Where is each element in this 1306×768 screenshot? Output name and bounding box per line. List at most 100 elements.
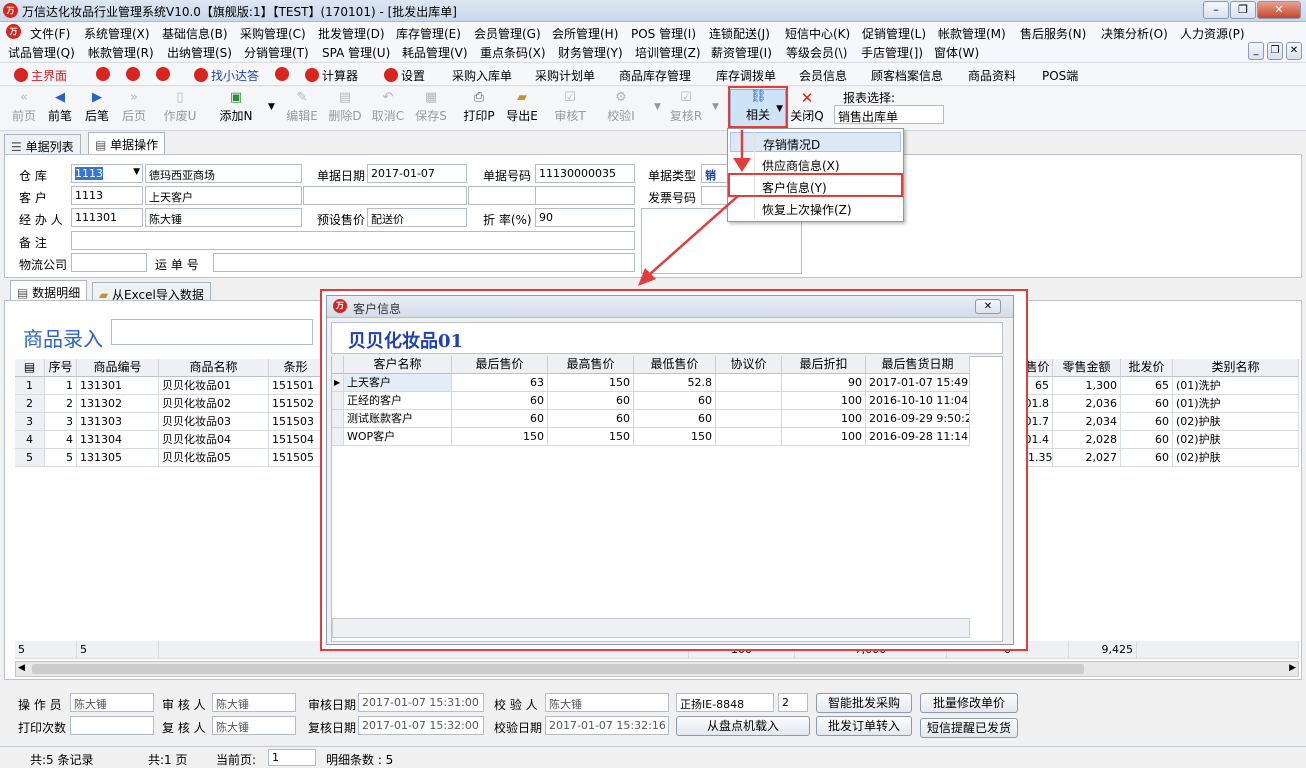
dialog-cell-name[interactable]: WOP客户 [344, 428, 452, 446]
menu-stock[interactable]: 库存管理(E) [396, 25, 461, 42]
grid-cell-wholesale[interactable]: 60 [1121, 413, 1173, 431]
menu-member[interactable]: 会员管理(G) [474, 25, 541, 42]
quick-product-data[interactable]: 商品资料 [968, 67, 1016, 84]
restore-button[interactable]: ❐ [1230, 1, 1256, 19]
quick-purchase-in[interactable]: 采购入库单 [452, 67, 512, 84]
menu-finance[interactable]: 财务管理(Y) [558, 44, 623, 61]
menu-trial[interactable]: 试品管理(Q) [8, 44, 75, 61]
menu-barcode[interactable]: 重点条码(X) [480, 44, 546, 61]
grid-cell-name[interactable]: 贝贝化妆品05 [159, 449, 269, 467]
print-button[interactable]: ⎙ 打印P [459, 91, 499, 124]
grid-cell-name[interactable]: 贝贝化妆品01 [159, 377, 269, 395]
verify-dropdown-arrow-icon[interactable]: ▼ [654, 102, 661, 112]
quick-member-info[interactable]: 会员信息 [799, 67, 847, 84]
menu-spa[interactable]: SPA 管理(U) [322, 44, 390, 61]
device-num-field[interactable]: 2 [778, 693, 808, 712]
close-doc-button[interactable]: ✕ 关闭Q [787, 91, 827, 124]
device-code-field[interactable]: 正扬IE-8848 [676, 693, 774, 712]
smart-wholesale-button[interactable]: 智能批发采购 [816, 693, 912, 713]
order-transfer-button[interactable]: 批发订单转入 [816, 716, 912, 736]
quick-transfer[interactable]: 库存调拨单 [716, 67, 776, 84]
menu-level[interactable]: 等级会员(\) [786, 44, 847, 61]
menu-accounts[interactable]: 帐款管理(M) [938, 25, 1006, 42]
menu-hr[interactable]: 人力资源(P) [1180, 25, 1245, 42]
grid-row-header[interactable]: 5 [15, 449, 45, 467]
menu-service[interactable]: 售后服务(N) [1020, 25, 1086, 42]
waybill-input[interactable] [213, 253, 635, 272]
quick-customer-archive[interactable]: 顾客档案信息 [871, 67, 943, 84]
dialog-cell-name[interactable]: 测试账款客户 [344, 410, 452, 428]
menu-basic[interactable]: 基础信息(B) [162, 25, 228, 42]
menu-purchase[interactable]: 采购管理(C) [240, 25, 306, 42]
void-button[interactable]: ▯ 作废U [160, 91, 200, 124]
grid-cell-code[interactable]: 131303 [77, 413, 159, 431]
grid-cell-name[interactable]: 贝贝化妆品03 [159, 413, 269, 431]
mdi-minimize-button[interactable]: _ [1248, 42, 1264, 60]
delete-button[interactable]: ▤ 删除D [325, 91, 365, 124]
menu-pos[interactable]: POS 管理(I) [631, 25, 696, 42]
quick-home[interactable]: 主界面 [14, 67, 67, 84]
menu-distribution[interactable]: 分销管理(T) [244, 44, 309, 61]
tab-list[interactable]: ☰ 单据列表 [4, 134, 81, 154]
quick-pos[interactable]: POS端 [1042, 67, 1078, 84]
grid-cell-code[interactable]: 131301 [77, 377, 159, 395]
menu-system[interactable]: 系统管理(X) [84, 25, 150, 42]
menu-sms[interactable]: 短信中心(K) [785, 25, 850, 42]
remark-input[interactable] [71, 231, 635, 250]
quick-calculator[interactable]: 计算器 [305, 67, 358, 84]
dialog-cell-name[interactable]: 正经的客户 [344, 392, 452, 410]
scroll-right-icon[interactable]: ▶ [1289, 663, 1296, 673]
grid-cell-name[interactable]: 贝贝化妆品04 [159, 431, 269, 449]
quick-lock[interactable] [96, 67, 113, 82]
quick-settings[interactable]: 设置 [384, 67, 425, 84]
handler-code-input[interactable]: 111301 [71, 208, 143, 227]
grid-cell-code[interactable]: 131305 [77, 449, 159, 467]
menu-shop[interactable]: 手店管理(]) [861, 44, 923, 61]
grid-cell-name[interactable]: 贝贝化妆品02 [159, 395, 269, 413]
quick-house[interactable] [275, 67, 292, 82]
load-from-scanner-button[interactable]: 从盘点机载入 [676, 716, 810, 736]
grid-cell-wholesale[interactable]: 60 [1121, 449, 1173, 467]
grid-row-header[interactable]: 4 [15, 431, 45, 449]
dialog-close-button[interactable]: ✕ [975, 299, 1001, 314]
grid-cell-wholesale[interactable]: 60 [1121, 395, 1173, 413]
mdi-restore-button[interactable]: ❐ [1267, 42, 1283, 60]
grid-cell-wholesale[interactable]: 60 [1121, 431, 1173, 449]
minimize-button[interactable]: – [1203, 1, 1229, 19]
tab-detail[interactable]: ▤ 数据明细 [10, 280, 88, 301]
menu-item-supplier-info[interactable]: 供应商信息(X) [730, 154, 901, 174]
horizontal-scrollbar[interactable]: ◀ ▶ [15, 661, 1299, 677]
menu-analysis[interactable]: 决策分析(O) [1101, 25, 1168, 42]
menu-training[interactable]: 培训管理(Z) [635, 44, 701, 61]
next-record-button[interactable]: ▶ 后笔 [77, 91, 117, 124]
discount-input[interactable]: 90 [535, 208, 635, 227]
edit-button[interactable]: ✎ 编辑E [282, 91, 322, 124]
date-input[interactable]: 2017-01-07 [367, 164, 467, 183]
current-page-input[interactable]: 1 [268, 749, 316, 766]
mdi-close-button[interactable]: ✕ [1286, 42, 1302, 60]
grid-cell-code[interactable]: 131302 [77, 395, 159, 413]
next-page-button[interactable]: » 后页 [114, 91, 154, 124]
quick-chat[interactable] [126, 67, 143, 82]
recheck-button[interactable]: ☑ 复核R [666, 91, 706, 124]
grid-cell-code[interactable]: 131304 [77, 431, 159, 449]
grid-cell-wholesale[interactable]: 65 [1121, 377, 1173, 395]
menu-delivery[interactable]: 连锁配送(J) [709, 25, 770, 42]
menu-item-restore[interactable]: 恢复上次操作(Z) [730, 198, 901, 218]
grid-row-header[interactable]: 3 [15, 413, 45, 431]
export-button[interactable]: ▰ 导出E [502, 91, 542, 124]
prev-record-button[interactable]: ◀ 前笔 [40, 91, 80, 124]
tab-operation[interactable]: ▤ 单据操作 [88, 132, 166, 154]
menu-item-stock-sales[interactable]: 存销情况D [730, 132, 901, 152]
tab-excel[interactable]: ▰ 从Excel导入数据 [92, 282, 211, 302]
preset-price-input[interactable]: 配送价 [367, 208, 467, 227]
scroll-left-icon[interactable]: ◀ [18, 663, 25, 673]
recheck-dropdown-arrow-icon[interactable]: ▼ [712, 102, 719, 112]
audit-button[interactable]: ☑ 审核T [550, 91, 590, 124]
save-button[interactable]: ▦ 保存S [411, 91, 451, 124]
prev-page-button[interactable]: « 前页 [4, 91, 44, 124]
quick-answer[interactable]: 找小达答 [194, 67, 259, 84]
report-select-input[interactable]: 销售出库单 [834, 105, 944, 124]
menu-window[interactable]: 窗体(W) [934, 44, 979, 61]
close-button[interactable]: ✕ [1257, 1, 1301, 19]
